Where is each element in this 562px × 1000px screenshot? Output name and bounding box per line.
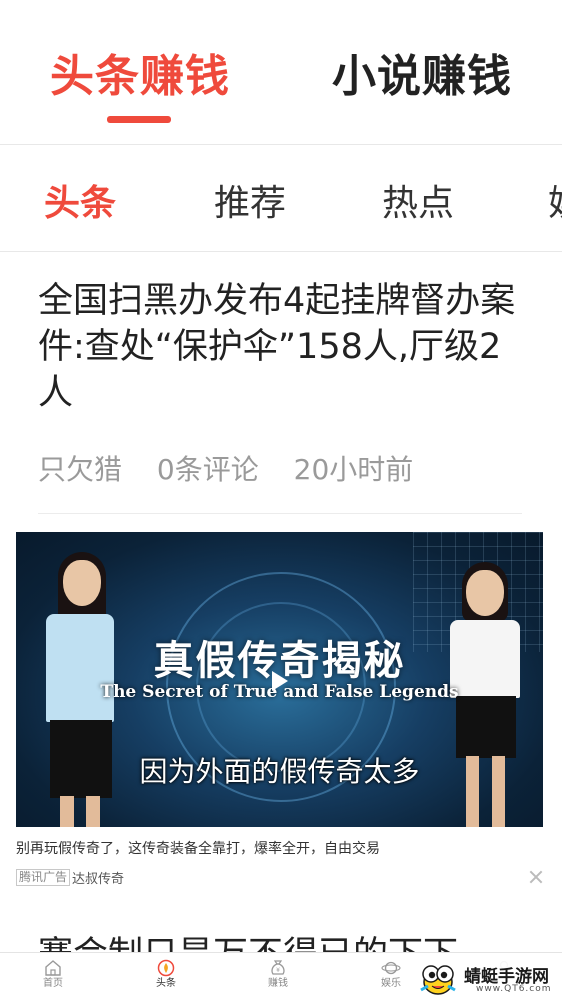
money-bag-icon: ¥ [271,960,285,975]
category-recommend[interactable]: 推荐 [214,174,286,226]
category-entertainment[interactable]: 娱 [548,174,562,226]
ad-description[interactable]: 别再玩假传奇了，这传奇装备全靠打，爆率全开，自由交易 [16,838,380,858]
nav-earn-label: 赚钱 [268,978,288,989]
planet-icon [381,961,401,975]
divider [38,513,522,514]
nav-headline-label: 头条 [156,978,176,989]
category-hot[interactable]: 热点 [382,174,454,226]
nav-entertainment[interactable]: 娱乐 [361,953,421,1000]
watermark-url: www.QT6.com [476,984,552,994]
active-tab-indicator [107,116,171,123]
category-bar: 头条 推荐 热点 娱 [0,146,562,252]
home-icon [45,960,61,976]
category-headline[interactable]: 头条 [44,174,116,226]
tab-novel-earn[interactable]: 小说赚钱 [332,40,512,104]
tab-headline-earn[interactable]: 头条赚钱 [50,40,230,104]
news-item[interactable]: 全国扫黑办发布4起挂牌督办案件:查处“保护伞”158人,厅级2人 [38,278,528,416]
nav-earn[interactable]: ¥ 赚钱 [248,953,308,1000]
ad-video[interactable]: 真假传奇揭秘 The Secret of True and False Lege… [16,532,543,827]
ad-badge: 腾讯广告 [16,869,71,886]
top-tab-bar: 头条赚钱 小说赚钱 [0,0,562,145]
video-caption: 因为外面的假传奇太多 [139,755,420,788]
news-title[interactable]: 全国扫黑办发布4起挂牌督办案件:查处“保护伞”158人,厅级2人 [38,278,528,416]
nav-home-label: 首页 [43,978,63,989]
news-time: 20小时前 [293,453,414,486]
svg-text:¥: ¥ [276,967,280,974]
watermark: 蜻蜓手游网 www.QT6.com [414,958,562,1000]
play-icon[interactable] [272,671,288,691]
headline-icon [157,959,175,977]
news-author: 只欠猎 [38,453,123,486]
close-icon[interactable] [528,869,544,885]
nav-entertainment-label: 娱乐 [381,978,401,989]
nav-headline[interactable]: 头条 [136,953,196,1000]
news-meta: 只欠猎 0条评论 20小时前 [38,448,439,488]
ad-source: 达叔传奇 [72,872,125,887]
news-comments: 0条评论 [156,453,259,486]
dragonfly-logo-icon [420,965,456,995]
nav-home[interactable]: 首页 [23,953,83,1000]
